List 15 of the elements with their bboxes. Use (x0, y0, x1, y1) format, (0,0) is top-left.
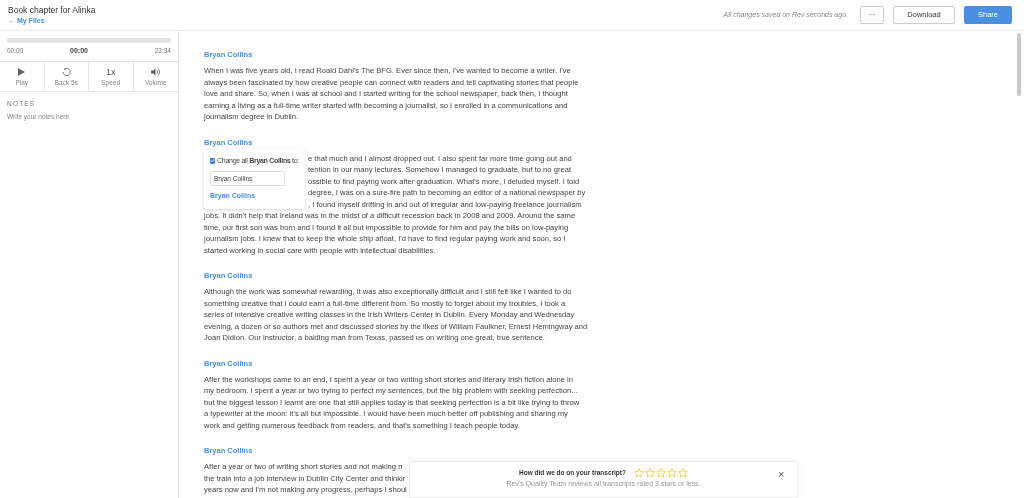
checkbox[interactable] (210, 157, 216, 164)
close-button[interactable]: × (778, 469, 785, 480)
star-icon[interactable] (677, 468, 688, 478)
star-icon[interactable] (633, 468, 644, 478)
star-icon[interactable] (666, 468, 677, 478)
star-icon[interactable] (644, 468, 655, 478)
star-icon[interactable] (655, 468, 666, 478)
progress-track[interactable] (7, 38, 171, 43)
speed-value: 1x (106, 66, 116, 77)
file-title: Book chapter for Alinka (8, 5, 96, 16)
star-rating[interactable] (633, 468, 688, 478)
volume-icon (150, 67, 161, 76)
rewind-icon (61, 67, 71, 76)
scrollbar-thumb[interactable] (1017, 33, 1021, 96)
play-icon (18, 67, 26, 76)
